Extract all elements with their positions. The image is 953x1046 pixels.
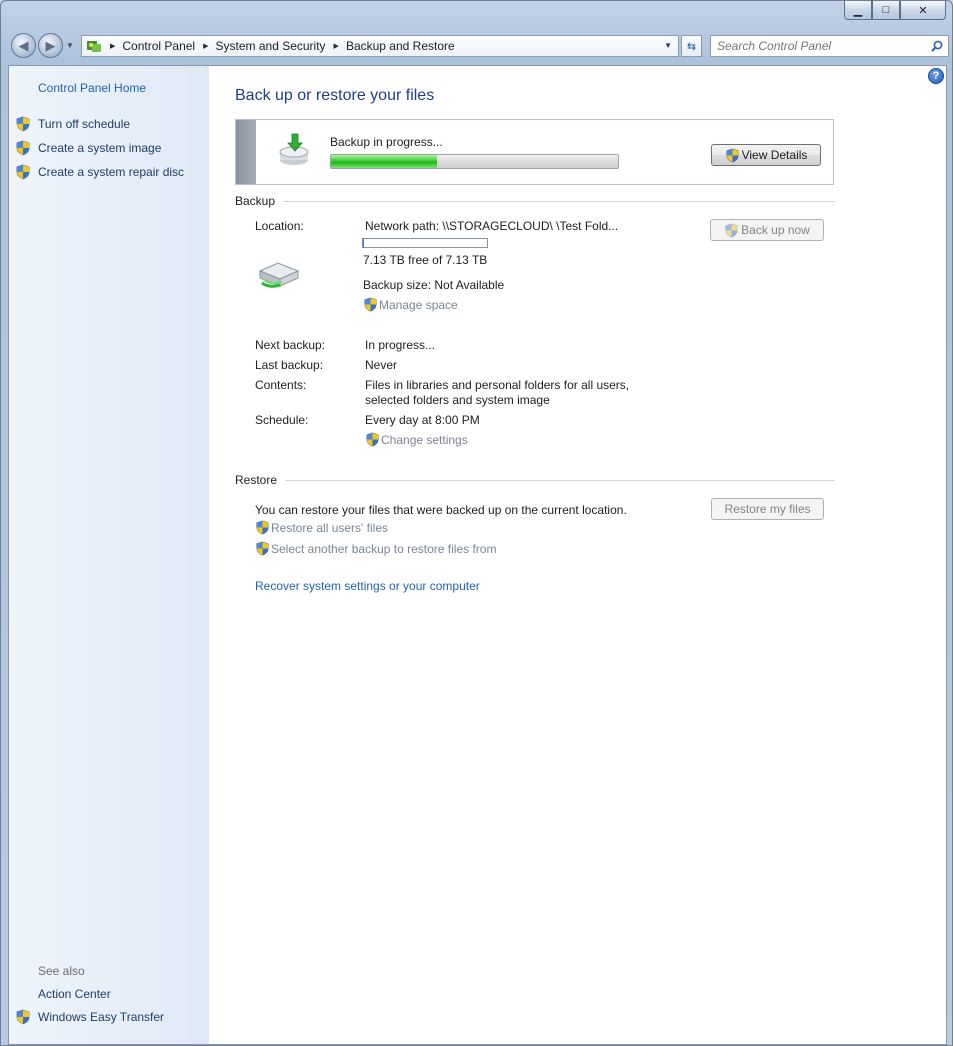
maximize-button[interactable]: □ <box>872 1 900 20</box>
search-box[interactable] <box>710 35 949 57</box>
minimize-button[interactable]: ▁ <box>844 1 872 20</box>
address-bar[interactable]: ▶ Control Panel ▶ System and Security ▶ … <box>81 35 679 57</box>
restore-all-users-link[interactable]: Restore all users' files <box>255 520 388 535</box>
back-up-now-label: Back up now <box>741 223 810 237</box>
schedule-label: Schedule: <box>255 413 309 427</box>
sidebar-item-create-repair-disc[interactable]: Create a system repair disc <box>15 163 184 181</box>
contents-value: Files in libraries and personal folders … <box>365 378 630 407</box>
contents-label: Contents: <box>255 378 307 392</box>
uac-shield-icon <box>255 520 270 535</box>
uac-shield-icon <box>725 148 740 163</box>
see-also-heading: See also <box>38 964 85 978</box>
recover-system-link[interactable]: Recover system settings or your computer <box>255 579 480 593</box>
select-another-backup-label[interactable]: Select another backup to restore files f… <box>271 542 496 556</box>
address-history-dropdown[interactable]: ▼ <box>664 41 672 50</box>
chevron-down-icon: ▼ <box>66 41 74 50</box>
sidebar-item-label[interactable]: Turn off schedule <box>38 117 130 131</box>
last-backup-label: Last backup: <box>255 358 324 372</box>
backup-and-restore-window: ▁ □ ✕ ◀ ▶ ▼ ▶ Control Panel ▶ System and… <box>0 0 953 1046</box>
section-divider <box>285 479 835 481</box>
breadcrumb-control-panel[interactable]: Control Panel <box>122 39 195 53</box>
refresh-button[interactable]: ⇆ <box>681 35 702 57</box>
sidebar-item-create-system-image[interactable]: Create a system image <box>15 139 161 157</box>
navigation-toolbar: ◀ ▶ ▼ ▶ Control Panel ▶ System and Secur… <box>9 31 949 61</box>
breadcrumb-system-and-security[interactable]: System and Security <box>216 39 326 53</box>
sidebar-item-label[interactable]: Create a system image <box>38 141 161 155</box>
sidebar-item-label[interactable]: Windows Easy Transfer <box>38 1010 164 1024</box>
uac-shield-icon <box>15 164 31 180</box>
uac-shield-icon <box>15 140 31 156</box>
change-settings-label[interactable]: Change settings <box>381 433 468 447</box>
uac-shield-icon <box>15 1009 31 1025</box>
view-details-button[interactable]: View Details <box>711 144 821 166</box>
search-icon[interactable] <box>931 40 943 52</box>
restore-all-users-label[interactable]: Restore all users' files <box>271 521 388 535</box>
uac-shield-icon <box>363 297 378 312</box>
restore-section-heading: Restore <box>235 473 835 487</box>
section-divider <box>283 200 835 202</box>
progress-fill <box>331 155 438 168</box>
sidebar-item-windows-easy-transfer[interactable]: Windows Easy Transfer <box>15 1008 164 1026</box>
location-label: Location: <box>255 219 304 233</box>
back-up-now-button[interactable]: Back up now <box>710 219 824 241</box>
backup-size-text: Backup size: Not Available <box>363 278 505 292</box>
disk-space-used <box>363 239 365 247</box>
backup-in-progress-icon <box>279 133 309 165</box>
manage-space-link[interactable]: Manage space <box>363 297 458 312</box>
breadcrumb-backup-and-restore[interactable]: Backup and Restore <box>346 39 455 53</box>
location-value: Network path: \\STORAGECLOUD\ \Test Fold… <box>365 219 619 233</box>
breadcrumb-separator-icon: ▶ <box>110 43 116 50</box>
network-drive-icon <box>258 262 300 288</box>
last-backup-value: Never <box>365 358 398 372</box>
manage-space-label[interactable]: Manage space <box>379 298 458 312</box>
refresh-icon: ⇆ <box>686 40 697 53</box>
page-title: Back up or restore your files <box>235 87 435 104</box>
panel-strip <box>236 120 256 184</box>
back-button[interactable]: ◀ <box>11 33 36 58</box>
breadcrumb-separator-icon[interactable]: ▶ <box>203 42 208 50</box>
view-details-label: View Details <box>741 148 808 162</box>
uac-shield-icon <box>724 223 739 238</box>
schedule-value: Every day at 8:00 PM <box>365 413 480 427</box>
recent-pages-dropdown[interactable]: ▼ <box>66 41 74 50</box>
control-panel-icon <box>87 41 101 52</box>
free-space-text: 7.13 TB free of 7.13 TB <box>363 253 488 267</box>
breadcrumb-separator-icon[interactable]: ▶ <box>334 42 339 50</box>
disk-space-bar <box>362 238 488 248</box>
forward-button[interactable]: ▶ <box>38 33 63 58</box>
select-another-backup-link[interactable]: Select another backup to restore files f… <box>255 541 496 556</box>
restore-my-files-label: Restore my files <box>724 502 811 516</box>
backup-progress-bar <box>330 154 619 169</box>
action-center-link[interactable]: Action Center <box>38 987 111 1001</box>
close-button[interactable]: ✕ <box>900 1 946 20</box>
uac-shield-icon <box>15 116 31 132</box>
change-settings-link[interactable]: Change settings <box>365 432 468 447</box>
next-backup-value: In progress... <box>365 338 436 352</box>
main-panel: Back up or restore your files Backup in … <box>234 66 934 1044</box>
restore-my-files-button[interactable]: Restore my files <box>711 498 824 520</box>
backup-section-heading: Backup <box>235 194 835 208</box>
uac-shield-icon <box>255 541 270 556</box>
backup-heading-text: Backup <box>235 194 276 208</box>
sidebar-item-turn-off-schedule[interactable]: Turn off schedule <box>15 115 130 133</box>
content-area: Control Panel Home Turn off schedule Cre… <box>8 65 947 1045</box>
next-backup-label: Next backup: <box>255 338 326 352</box>
restore-heading-text: Restore <box>235 473 278 487</box>
arrow-left-icon: ◀ <box>18 37 29 53</box>
uac-shield-icon <box>365 432 380 447</box>
caption-buttons: ▁ □ ✕ <box>844 1 946 20</box>
search-input[interactable] <box>717 39 927 53</box>
backup-progress-panel: Backup in progress... View Details <box>235 119 834 185</box>
progress-label: Backup in progress... <box>330 135 443 149</box>
control-panel-home-link[interactable]: Control Panel Home <box>38 81 146 95</box>
sidebar-item-label[interactable]: Create a system repair disc <box>38 165 184 179</box>
task-pane: Control Panel Home Turn off schedule Cre… <box>9 66 209 1044</box>
restore-description: You can restore your files that were bac… <box>255 503 627 517</box>
arrow-right-icon: ▶ <box>45 37 56 53</box>
